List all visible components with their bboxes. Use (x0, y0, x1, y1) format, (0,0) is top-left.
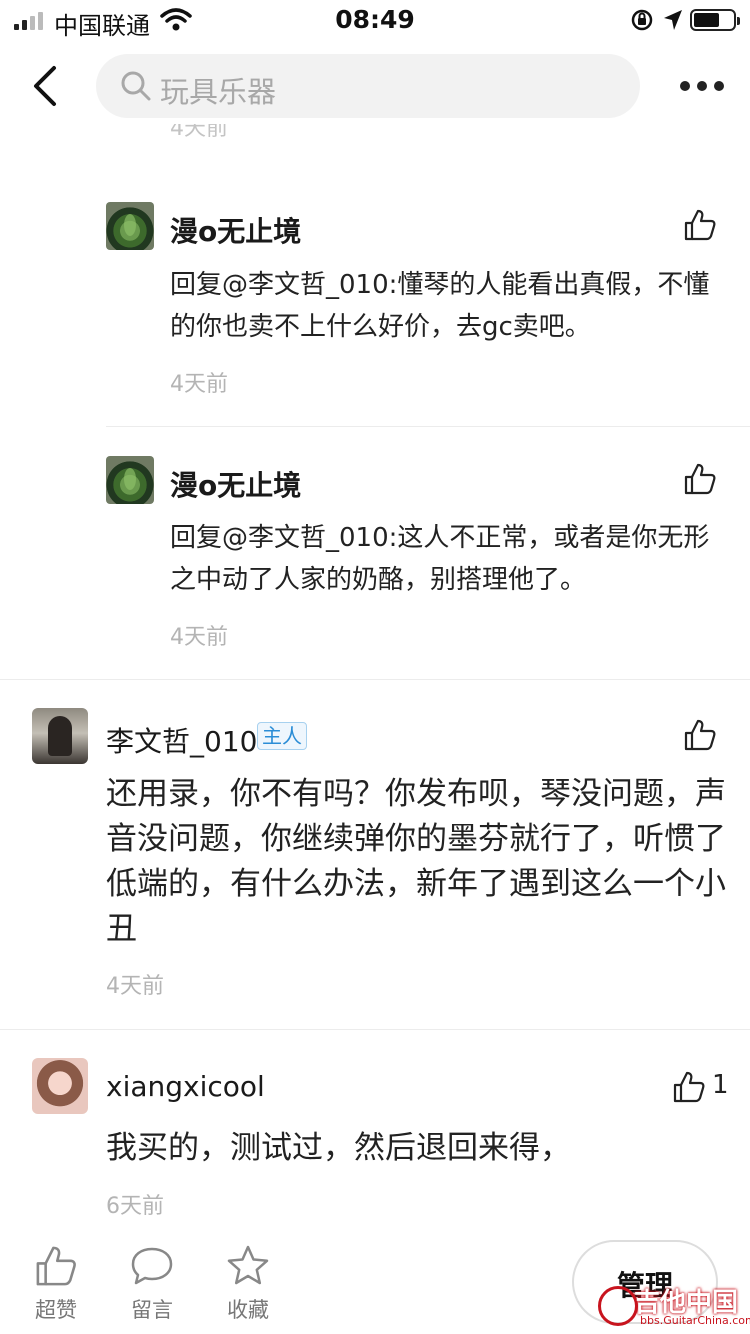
search-icon (121, 71, 151, 101)
status-bar: 中国联通 08:49 (0, 0, 750, 40)
search-input[interactable]: 玩具乐器 (96, 54, 640, 118)
divider (0, 679, 750, 680)
owner-badge: 主人 (257, 722, 307, 750)
comment-button[interactable]: 留言 (112, 1244, 192, 1324)
thumbs-up-icon (36, 1246, 76, 1286)
like-button-label: 超赞 (35, 1298, 77, 1322)
comment-author[interactable]: xiangxicool (106, 1070, 265, 1103)
divider (0, 1029, 750, 1030)
like-icon[interactable] (672, 1070, 706, 1104)
avatar[interactable] (106, 202, 154, 250)
back-icon[interactable] (28, 64, 64, 108)
like-button[interactable]: 超赞 (16, 1244, 96, 1324)
like-icon[interactable] (683, 462, 717, 496)
search-placeholder: 玩具乐器 (160, 75, 277, 109)
comment-time: 4天前 (106, 974, 164, 999)
comment-text: 还用录，你不有吗？你发布呗，琴没问题，声音没问题，你继续弹你的墨芬就行了，听惯了… (106, 776, 726, 947)
rotation-lock-icon (631, 9, 653, 31)
like-icon[interactable] (683, 208, 717, 242)
chat-bubble-icon (131, 1247, 173, 1285)
comment-author[interactable]: 李文哲_010 (106, 720, 257, 760)
comment-time: 6天前 (106, 1194, 164, 1219)
comment-text: 我买的，测试过，然后退回来得， (106, 1130, 571, 1166)
comment-time: 4天前 (170, 124, 228, 141)
watermark: 吉他中国 bbs.GuitarChina.com (594, 1280, 750, 1334)
favorite-button-label: 收藏 (227, 1298, 269, 1322)
avatar[interactable] (32, 1058, 88, 1114)
comment-list: 4天前 漫o无止境 回复@李文哲_010:懂琴的人能看出真假，不懂的你也卖不上什… (0, 124, 750, 1228)
comment-button-label: 留言 (131, 1298, 173, 1322)
star-icon (227, 1245, 269, 1285)
more-options-icon[interactable] (680, 81, 724, 91)
avatar[interactable] (106, 456, 154, 504)
battery-icon (690, 9, 740, 31)
nav-bar: 玩具乐器 (0, 50, 750, 124)
reply-text: 回复@李文哲_010:懂琴的人能看出真假，不懂的你也卖不上什么好价，去gc卖吧。 (170, 270, 710, 342)
like-icon[interactable] (683, 718, 717, 752)
comment-time: 4天前 (170, 372, 228, 397)
location-arrow-icon (664, 10, 682, 30)
divider (106, 426, 750, 427)
reply-author[interactable]: 漫o无止境 (170, 210, 301, 250)
reply-text: 回复@李文哲_010:这人不正常，或者是你无形之中动了人家的奶酪，别搭理他了。 (170, 523, 710, 595)
watermark-url: bbs.GuitarChina.com (640, 1314, 750, 1327)
reply-author[interactable]: 漫o无止境 (170, 464, 301, 504)
avatar[interactable] (32, 708, 88, 764)
guitar-logo-icon (598, 1286, 638, 1326)
like-count: 1 (712, 1070, 729, 1100)
favorite-button[interactable]: 收藏 (208, 1244, 288, 1324)
comment-time: 4天前 (170, 625, 228, 650)
